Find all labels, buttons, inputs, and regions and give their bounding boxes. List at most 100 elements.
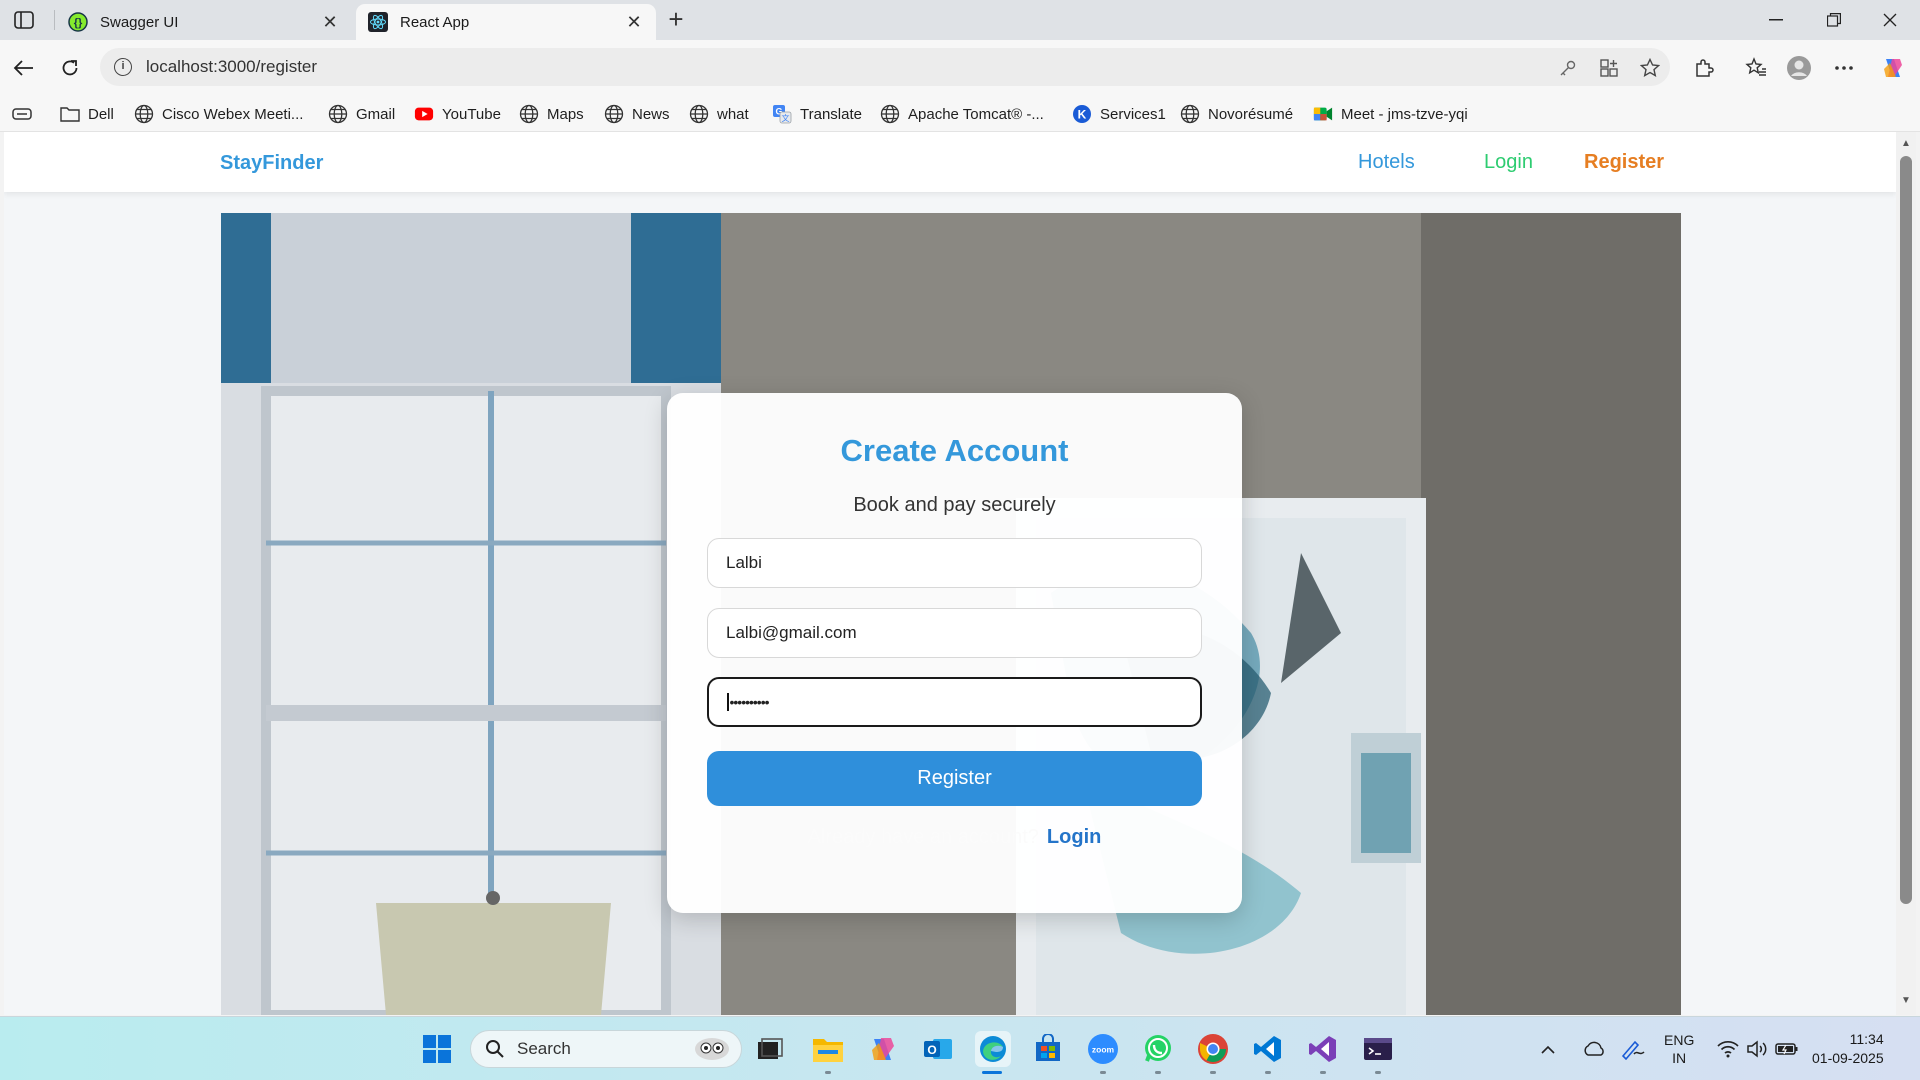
- favorite-news[interactable]: News: [604, 102, 670, 126]
- form-title: Create Account: [840, 433, 1069, 468]
- start-menu-icon[interactable]: [419, 1031, 455, 1067]
- running-indicator: [1265, 1071, 1271, 1074]
- profile-avatar-icon[interactable]: [1786, 55, 1812, 81]
- email-input[interactable]: Lalbi@gmail.com: [707, 608, 1202, 658]
- favorite-label: Novorésumé: [1208, 105, 1294, 123]
- favorite-youtube[interactable]: YouTube: [414, 102, 501, 126]
- translate-icon: G文: [772, 104, 792, 124]
- meet-icon: [1313, 104, 1333, 124]
- more-options-icon[interactable]: [1831, 55, 1857, 81]
- app-available-icon[interactable]: [1598, 57, 1620, 79]
- favorite-label: Cisco Webex Meeti...: [162, 105, 304, 123]
- svg-text:zoom: zoom: [1092, 1045, 1115, 1055]
- windows-taskbar: Search O zoom ENG IN 11:34 01-09-2025: [0, 1016, 1920, 1080]
- copilot-icon[interactable]: [1880, 55, 1906, 81]
- volume-icon[interactable]: [1746, 1017, 1768, 1080]
- svg-text:文: 文: [782, 113, 790, 123]
- swagger-icon: {}: [68, 12, 88, 32]
- running-indicator: [1210, 1071, 1216, 1074]
- scrollbar-thumb[interactable]: [1900, 156, 1912, 904]
- clock[interactable]: 11:34 01-09-2025: [1812, 1017, 1884, 1080]
- wifi-icon[interactable]: [1717, 1017, 1739, 1080]
- restore-icon[interactable]: [1806, 0, 1862, 40]
- nav-register-link[interactable]: Register: [1584, 151, 1664, 174]
- new-tab-button[interactable]: +: [662, 6, 690, 33]
- edge-icon[interactable]: [975, 1031, 1011, 1067]
- password-input[interactable]: ••••••••••: [707, 677, 1202, 727]
- task-view-icon[interactable]: [752, 1031, 788, 1067]
- show-hidden-icons[interactable]: [1540, 1017, 1556, 1080]
- register-button[interactable]: Register: [707, 751, 1202, 806]
- zoom-icon[interactable]: zoom: [1085, 1031, 1121, 1067]
- text-caret: [727, 693, 729, 711]
- favorite-label: Dell: [88, 105, 114, 123]
- whatsapp-icon[interactable]: [1140, 1031, 1176, 1067]
- favorite-label: YouTube: [442, 105, 501, 123]
- clock-time: 11:34: [1849, 1031, 1884, 1047]
- folder-icon: [60, 104, 80, 124]
- battery-icon[interactable]: [1775, 1017, 1799, 1080]
- search-placeholder: Search: [517, 1039, 571, 1058]
- favorite-label: Translate: [800, 105, 862, 123]
- close-tab-icon[interactable]: ✕: [624, 12, 644, 32]
- name-input[interactable]: Lalbi: [707, 538, 1202, 588]
- search-icon: [486, 1040, 504, 1058]
- favorite-meet[interactable]: Meet - jms-tzve-yqi: [1313, 102, 1468, 126]
- site-info-icon[interactable]: i: [114, 58, 132, 76]
- nav-hotels-link[interactable]: Hotels: [1358, 151, 1415, 174]
- store-icon[interactable]: [1030, 1031, 1066, 1067]
- favorite-what[interactable]: what: [689, 102, 749, 126]
- tab-swagger[interactable]: {} Swagger UI ✕: [56, 4, 352, 40]
- close-window-icon[interactable]: [1862, 0, 1918, 40]
- svg-text:{}: {}: [74, 17, 83, 29]
- chrome-icon[interactable]: [1195, 1031, 1231, 1067]
- copilot-taskbar-icon[interactable]: [865, 1031, 901, 1067]
- minimize-icon[interactable]: [1748, 0, 1804, 40]
- vscode-icon[interactable]: [1250, 1031, 1286, 1067]
- scroll-up-icon[interactable]: ▲: [1898, 136, 1914, 152]
- globe-icon: [689, 104, 709, 124]
- scroll-down-icon[interactable]: ▼: [1898, 993, 1914, 1009]
- globe-icon: [880, 104, 900, 124]
- globe-icon: [604, 104, 624, 124]
- password-key-icon[interactable]: [1557, 57, 1579, 79]
- running-indicator: [1375, 1071, 1381, 1074]
- onedrive-icon[interactable]: [1582, 1017, 1606, 1080]
- favorite-dell[interactable]: Dell: [60, 102, 114, 126]
- tab-title: Swagger UI: [100, 13, 179, 31]
- favorite-novoresume[interactable]: Novorésumé: [1180, 102, 1293, 126]
- file-explorer-icon[interactable]: [810, 1031, 846, 1067]
- favorite-maps[interactable]: Maps: [519, 102, 584, 126]
- favorite-label: Apache Tomcat® -...: [908, 105, 1044, 123]
- favorite-gmail[interactable]: Gmail: [328, 102, 395, 126]
- running-indicator: [1320, 1071, 1326, 1074]
- nav-login-link[interactable]: Login: [1484, 151, 1533, 174]
- login-prompt-text: Already have an account?: [807, 826, 1039, 848]
- tab-actions-icon[interactable]: [12, 9, 36, 31]
- brand-logo[interactable]: StayFinder: [220, 152, 323, 175]
- back-button[interactable]: [6, 50, 42, 86]
- login-link[interactable]: Login: [1047, 826, 1101, 848]
- favorites-icon[interactable]: [1743, 55, 1769, 81]
- outlook-icon[interactable]: O: [920, 1031, 956, 1067]
- favorite-star-icon[interactable]: [1639, 57, 1661, 79]
- terminal-icon[interactable]: [1360, 1031, 1396, 1067]
- tab-react-app[interactable]: React App ✕: [356, 4, 656, 40]
- favorite-label: Meet - jms-tzve-yqi: [1341, 105, 1468, 123]
- language-indicator[interactable]: ENG IN: [1664, 1017, 1694, 1080]
- tab-separator: [54, 10, 55, 30]
- address-bar[interactable]: i localhost:3000/register: [100, 48, 1670, 86]
- login-prompt: Already have an account? Login: [667, 826, 1242, 849]
- taskbar-search[interactable]: Search: [470, 1030, 742, 1068]
- close-tab-icon[interactable]: ✕: [320, 12, 340, 32]
- visual-studio-icon[interactable]: [1305, 1031, 1341, 1067]
- pen-input-icon[interactable]: [1620, 1017, 1646, 1080]
- refresh-button[interactable]: [52, 50, 88, 86]
- tablet-mode-icon[interactable]: [12, 102, 32, 126]
- favorite-services1[interactable]: K Services1: [1072, 102, 1166, 126]
- favorite-translate[interactable]: G文 Translate: [772, 102, 862, 126]
- favorite-cisco-webex[interactable]: Cisco Webex Meeti...: [134, 102, 303, 126]
- extensions-icon[interactable]: [1691, 55, 1717, 81]
- services-icon: K: [1072, 104, 1092, 124]
- favorite-apache-tomcat[interactable]: Apache Tomcat® -...: [880, 102, 1044, 126]
